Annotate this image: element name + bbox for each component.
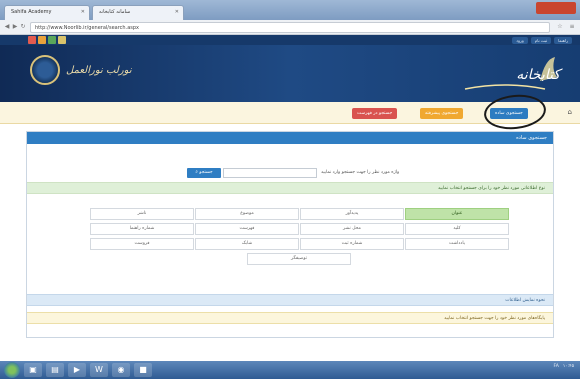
home-icon[interactable]: ⌂	[568, 108, 572, 116]
search-button[interactable]: ⌕ جستجو	[187, 168, 221, 178]
advanced-search-button[interactable]: جستجوی پیشرفته	[420, 108, 464, 119]
field-option[interactable]: موضوع	[195, 208, 299, 220]
system-tray: FA ۱۰:۴۵	[554, 364, 574, 369]
field-option[interactable]: فروست	[90, 238, 194, 250]
close-icon[interactable]: ✕	[175, 9, 179, 15]
browser-tab-active[interactable]: سامانه کتابخانه ✕	[92, 5, 184, 20]
right-logo-text: کتابخانه	[516, 67, 560, 83]
top-link[interactable]: ثبت نام	[530, 36, 552, 44]
catalog-search-button[interactable]: جستجو در فهرست	[352, 108, 398, 119]
search-row: ⌕ جستجو واژه مورد نظر را جهت جستجو وارد …	[187, 168, 399, 178]
browser-tab-bar: Sahifa Academy ✕ سامانه کتابخانه ✕	[0, 0, 580, 20]
field-option[interactable]: پدیدآور	[300, 208, 404, 220]
reload-icon[interactable]: ↻	[19, 23, 27, 31]
menu-icon[interactable]: ≡	[568, 23, 576, 31]
panel-title: جستجوی ساده	[27, 132, 553, 144]
browser-tab[interactable]: Sahifa Academy ✕	[4, 5, 90, 20]
window-controls[interactable]	[536, 2, 576, 14]
field-option[interactable]: محل نشر	[300, 223, 404, 235]
url-field[interactable]: http://www.Noorlib.ir/general/search.asp…	[30, 22, 550, 33]
site-banner: نورلب نورالعمل کتابخانه	[0, 45, 580, 102]
left-logo-text: نورلب نورالعمل	[66, 65, 132, 76]
emblem-logo-icon[interactable]	[30, 55, 60, 85]
top-link[interactable]: راهنما	[554, 36, 572, 44]
close-icon[interactable]: ✕	[81, 9, 85, 15]
os-taskbar: ▣ ▤ ▶ W ◉ ■ FA ۱۰:۴۵	[0, 361, 580, 379]
forward-arrow-icon[interactable]: ▶	[11, 23, 19, 31]
search-panel: جستجوی ساده ⌕ جستجو واژه مورد نظر را جهت…	[26, 131, 554, 338]
explorer-icon[interactable]: ▣	[24, 363, 42, 377]
field-option[interactable]: شابک	[195, 238, 299, 250]
tab-label: Sahifa Academy	[11, 9, 52, 15]
fields-bar: نوع اطلاعاتی مورد نظر خود را برای جستجو …	[27, 182, 553, 194]
app-icon[interactable]: ■	[134, 363, 152, 377]
back-arrow-icon[interactable]: ◀	[3, 23, 11, 31]
field-option[interactable]: شماره راهنما	[90, 223, 194, 235]
word-icon[interactable]: W	[90, 363, 108, 377]
search-button-label: جستجو	[199, 170, 213, 175]
clock[interactable]: ۱۰:۴۵	[563, 364, 574, 369]
display-info-bar[interactable]: نحوه نمایش اطلاعات	[27, 294, 553, 306]
tab-label: سامانه کتابخانه	[99, 9, 131, 15]
search-hint: واژه مورد نظر را جهت جستجو وارد نمایید	[321, 170, 400, 175]
social-icon[interactable]	[38, 36, 46, 44]
social-icon[interactable]	[28, 36, 36, 44]
databases-bar[interactable]: پایگاه‌های مورد نظر خود را جهت جستجو انت…	[27, 312, 553, 324]
field-option[interactable]: شماره ثبت	[300, 238, 404, 250]
star-icon[interactable]: ☆	[556, 23, 564, 31]
top-link[interactable]: ورود	[512, 36, 528, 44]
field-option[interactable]: کلید	[405, 223, 509, 235]
field-option[interactable]: یادداشت	[405, 238, 509, 250]
social-icon[interactable]	[58, 36, 66, 44]
media-icon[interactable]: ▶	[68, 363, 86, 377]
field-option[interactable]: توصیفگر	[247, 253, 351, 265]
start-button-icon[interactable]	[4, 362, 20, 378]
field-option[interactable]: ناشر	[90, 208, 194, 220]
top-links: ورود ثبت نام راهنما	[512, 36, 572, 44]
field-option[interactable]: فهرست	[195, 223, 299, 235]
social-icon[interactable]	[48, 36, 56, 44]
address-bar: ◀ ▶ ↻ http://www.Noorlib.ir/general/sear…	[0, 20, 580, 35]
field-option[interactable]: عنوان	[405, 208, 509, 220]
language-indicator[interactable]: FA	[554, 364, 559, 369]
folder-icon[interactable]: ▤	[46, 363, 64, 377]
site-top-strip: ورود ثبت نام راهنما	[0, 35, 580, 45]
browser-icon[interactable]: ◉	[112, 363, 130, 377]
search-input[interactable]	[223, 168, 317, 178]
